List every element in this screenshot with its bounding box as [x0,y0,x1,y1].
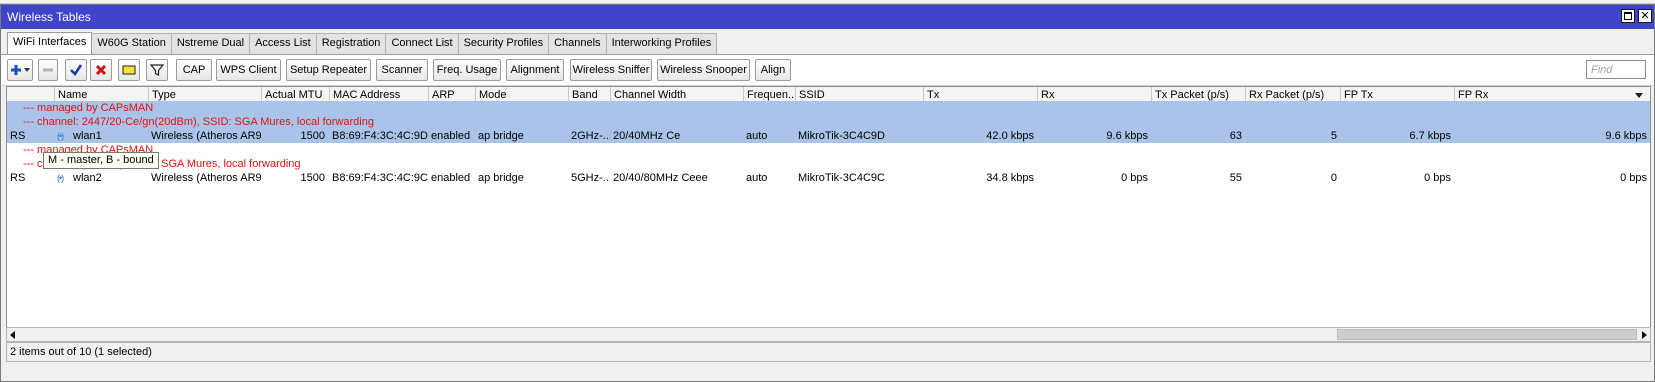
restore-icon [1624,12,1632,20]
comment-row[interactable]: --- managed by CAPsMAN [7,143,1650,157]
minus-icon [43,68,53,72]
mtu-cell: 1500 [300,130,325,142]
mac-cell: B8:69:F4:3C:4C:9C [332,172,428,184]
restore-button[interactable] [1621,9,1635,23]
tab-w60g-station[interactable]: W60G Station [91,33,172,54]
type-cell: Wireless (Atheros AR9... [151,172,261,184]
add-button[interactable] [7,59,33,81]
wireless-tables-window: Wireless Tables ✕ WiFi Interfaces W60G S… [0,4,1655,382]
window-title: Wireless Tables [7,10,91,24]
cap-button[interactable]: CAP [176,59,212,81]
setup-repeater-button[interactable]: Setup Repeater [286,59,371,81]
arp-cell: enabled [431,130,471,142]
plus-icon [11,65,30,75]
frequency-cell: auto [746,130,768,142]
tx-cell: 42.0 kbps [986,130,1034,142]
note-icon [122,65,136,75]
enable-button[interactable] [65,59,87,81]
ssid-cell: MikroTik-3C4C9D [798,130,885,142]
channel-width-cell: 20/40/80MHz Ceee [613,172,708,184]
tab-connect-list[interactable]: Connect List [385,33,459,54]
mac-cell: B8:69:F4:3C:4C:9D [332,130,428,142]
interface-name: wlan2 [73,172,102,184]
rx-cell: 0 bps [1121,172,1148,184]
interfaces-table: Name Type Actual MTU MAC Address ARP Mod… [6,86,1651,359]
comment-row[interactable]: --- managed by CAPsMAN [7,101,1650,115]
rx-packet-cell: 0 [1330,172,1337,184]
tx-packet-cell: 63 [1229,130,1242,142]
scroll-right-icon[interactable] [1642,331,1647,339]
flags-tooltip: M - master, B - bound [43,152,159,169]
band-cell: 5GHz-... [571,172,610,184]
comment-row[interactable]: --- channel: 2447/20-Ce/gn(20dBm), SSID:… [7,115,1650,129]
tab-bar: WiFi Interfaces W60G Station Nstreme Dua… [7,32,718,54]
fp-tx-cell: 6.7 kbps [1409,130,1451,142]
tab-access-list[interactable]: Access List [249,33,317,54]
comment-row[interactable]: --- ch sc/DP(27dBm), SSID: SGA Mures, lo… [7,157,1650,171]
comment-button[interactable] [118,59,140,81]
rx-packet-cell: 5 [1330,130,1337,142]
filter-button[interactable] [146,59,168,81]
band-cell: 2GHz-... [571,130,610,142]
close-icon: ✕ [1640,10,1650,22]
frequency-cell: auto [746,172,768,184]
scanner-button[interactable]: Scanner [376,59,428,81]
tab-channels[interactable]: Channels [548,33,607,54]
flags-cell: RS [10,172,26,184]
type-cell: Wireless (Atheros AR9... [151,130,261,142]
funnel-icon [150,64,164,76]
alignment-button[interactable]: Alignment [506,59,564,81]
tab-security-profiles[interactable]: Security Profiles [457,33,550,54]
mode-cell: ap bridge [478,130,524,142]
name-cell: (•) wlan2 [57,171,147,185]
status-bar: 2 items out of 10 (1 selected) [6,342,1651,362]
column-chooser-icon[interactable] [1635,93,1643,98]
tab-registration[interactable]: Registration [315,33,387,54]
toolbar: CAP WPS Client Setup Repeater Scanner Fr… [1,54,1654,86]
table-row[interactable]: RS (•) wlan1 Wireless (Atheros AR9... 15… [7,129,1650,143]
wireless-sniffer-button[interactable]: Wireless Sniffer [570,59,652,81]
scrollbar-thumb[interactable] [1337,329,1637,340]
table-row[interactable]: RS (•) wlan2 Wireless (Atheros AR9... 15… [7,171,1650,185]
tab-wifi-interfaces[interactable]: WiFi Interfaces [7,32,93,54]
ssid-cell: MikroTik-3C4C9C [798,172,885,184]
fp-tx-cell: 0 bps [1424,172,1451,184]
fp-rx-cell: 0 bps [1620,172,1647,184]
find-input[interactable] [1586,60,1646,79]
fp-rx-cell: 9.6 kbps [1605,130,1647,142]
mode-cell: ap bridge [478,172,524,184]
mtu-cell: 1500 [300,172,325,184]
name-cell: (•) wlan1 [57,129,147,143]
interface-name: wlan1 [73,130,102,142]
align-button[interactable]: Align [755,59,791,81]
disable-button[interactable] [90,59,112,81]
tx-packet-cell: 55 [1229,172,1242,184]
close-button[interactable]: ✕ [1638,9,1652,23]
flags-cell: RS [10,130,26,142]
title-bar[interactable]: Wireless Tables ✕ [1,5,1654,29]
scroll-left-icon[interactable] [10,331,15,339]
wireless-interface-icon: (•) [57,131,64,141]
tab-interworking-profiles[interactable]: Interworking Profiles [605,33,718,54]
tx-cell: 34.8 kbps [986,172,1034,184]
horizontal-scrollbar[interactable] [6,327,1651,342]
checkmark-icon [70,64,83,77]
wps-client-button[interactable]: WPS Client [216,59,281,81]
wireless-snooper-button[interactable]: Wireless Snooper [657,59,750,81]
arp-cell: enabled [431,172,471,184]
remove-button[interactable] [38,59,58,81]
tab-nstreme-dual[interactable]: Nstreme Dual [170,33,251,54]
x-icon [95,64,107,76]
channel-width-cell: 20/40MHz Ce [613,130,681,142]
wireless-interface-icon: (•) [57,173,64,183]
freq-usage-button[interactable]: Freq. Usage [433,59,501,81]
rx-cell: 9.6 kbps [1106,130,1148,142]
